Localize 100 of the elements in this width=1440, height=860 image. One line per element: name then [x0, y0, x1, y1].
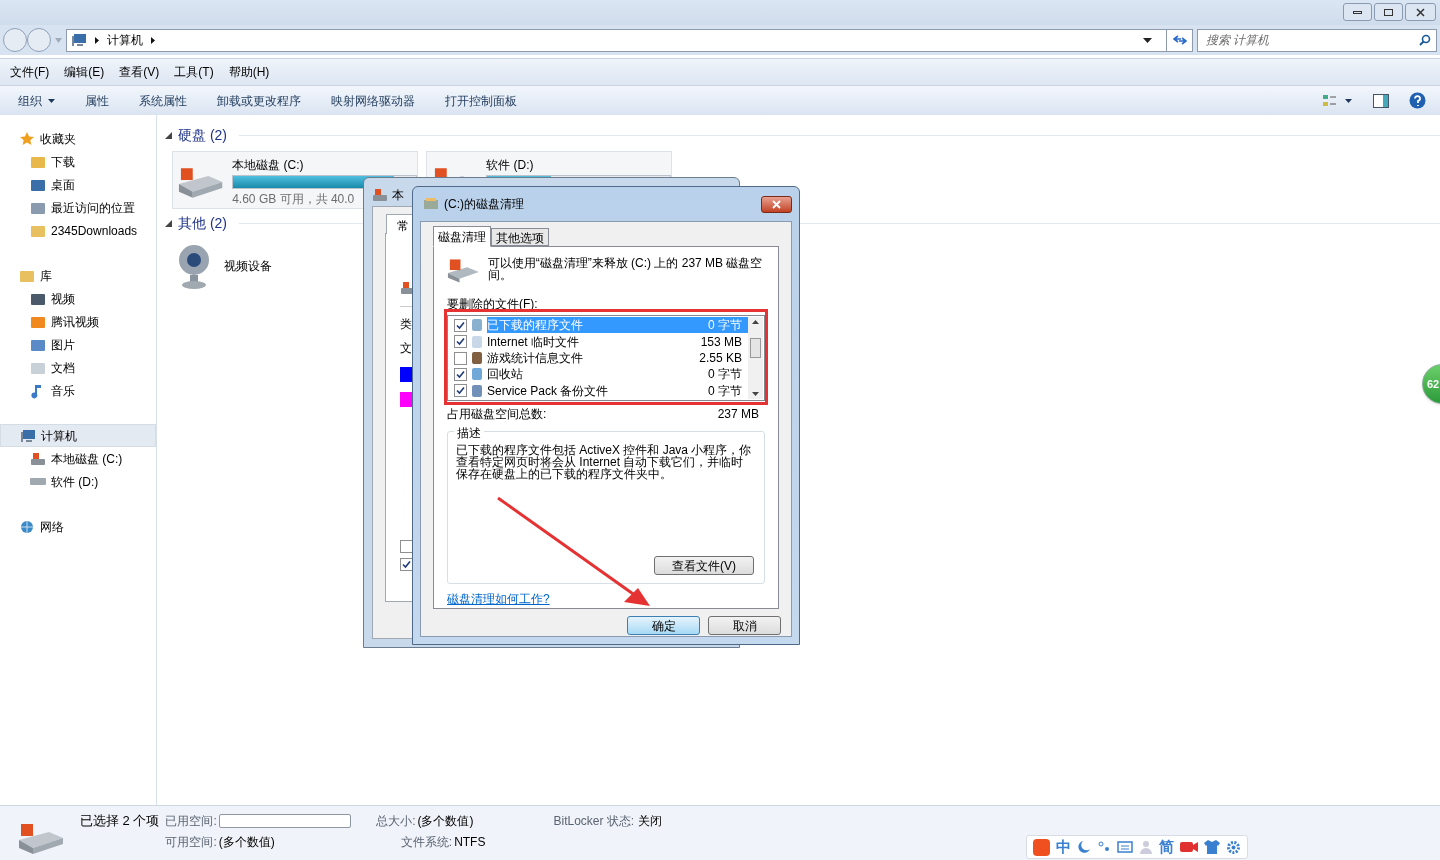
tab[interactable]: 磁盘清理	[433, 226, 491, 247]
dropdown-caret-icon[interactable]	[1143, 37, 1152, 43]
toolbar-button[interactable]: 卸载或更改程序	[217, 91, 301, 110]
globe-icon	[19, 518, 35, 535]
checkbox[interactable]	[454, 351, 467, 365]
file-type-icon	[470, 383, 484, 398]
field-label: 可用空间:	[165, 834, 217, 851]
total-label: 占用磁盘空间总数:	[447, 406, 547, 423]
nav-item[interactable]: 计算机	[0, 424, 156, 447]
nav-item[interactable]: 2345Downloads	[0, 219, 156, 242]
moon-icon[interactable]	[1077, 840, 1091, 854]
search-field[interactable]: 搜索 计算机	[1197, 28, 1437, 52]
menu-item[interactable]: 查看(V)	[119, 63, 160, 81]
file-list-item[interactable]: 回收站 0 字节	[487, 366, 748, 383]
settings-icon[interactable]	[1226, 839, 1241, 855]
view-files-button[interactable]: 查看文件(V)	[654, 556, 754, 575]
nav-item[interactable]: 收藏夹	[0, 127, 156, 150]
toolbar-button[interactable]: 属性	[85, 91, 109, 110]
toolbar-button[interactable]: 系统属性	[139, 91, 187, 110]
file-list-item[interactable]: 游戏统计信息文件 2.55 KB	[487, 350, 748, 366]
help-icon[interactable]	[1409, 92, 1426, 109]
breadcrumb-item[interactable]: 计算机	[107, 31, 143, 49]
toolbar-button[interactable]: 映射网络驱动器	[331, 91, 415, 110]
group-header[interactable]: 其他 (2)	[178, 212, 227, 234]
nav-item[interactable]: 库	[0, 264, 156, 287]
close-button[interactable]	[1405, 3, 1436, 21]
menu-item[interactable]: 帮助(H)	[228, 63, 270, 81]
device-name: 视频设备	[224, 258, 272, 275]
ime-mode-button[interactable]: 简	[1159, 835, 1174, 859]
collapse-arrow-icon[interactable]	[165, 219, 172, 227]
keyboard-icon[interactable]	[1117, 840, 1133, 854]
minimize-button[interactable]	[1343, 3, 1372, 21]
checkbox[interactable]	[454, 384, 467, 398]
dialog-button[interactable]: 取消	[708, 616, 781, 635]
field-label: 总大小:	[376, 813, 416, 830]
nav-item[interactable]: 图片	[0, 333, 156, 356]
toolbar-button[interactable]: 组织	[18, 91, 55, 110]
menu-item[interactable]: 工具(T)	[174, 63, 214, 81]
nav-item[interactable]: 软件 (D:)	[0, 470, 156, 493]
checkbox[interactable]	[454, 367, 467, 381]
chevron-icon[interactable]	[95, 36, 99, 44]
nav-item[interactable]: 网络	[0, 515, 156, 538]
nav-item[interactable]: 桌面	[0, 173, 156, 196]
ime-logo-icon[interactable]	[1033, 838, 1050, 856]
nav-item[interactable]: 本地磁盘 (C:)	[0, 447, 156, 470]
dialog-title: (C:)的磁盘清理	[444, 196, 524, 213]
nav-item[interactable]: 视频	[0, 287, 156, 310]
drive-icon	[30, 478, 46, 485]
selection-count: 已选择 2 个项	[80, 812, 160, 830]
preview-pane-icon[interactable]	[1373, 93, 1389, 108]
field-value: NTFS	[454, 834, 486, 851]
device-tile[interactable]: 视频设备	[172, 239, 272, 293]
ime-mode-button[interactable]: 中	[1056, 835, 1071, 859]
video-camera-icon[interactable]	[1180, 841, 1198, 853]
checkbox[interactable]	[454, 318, 467, 332]
field-value: (多个数值)	[218, 834, 275, 851]
scroll-thumb[interactable]	[750, 338, 761, 358]
refresh-icon	[1172, 34, 1187, 46]
scroll-down-icon[interactable]	[752, 392, 759, 396]
total-value: 237 MB	[717, 406, 760, 423]
address-bar[interactable]: 计算机	[66, 28, 1193, 52]
toolbar-button[interactable]: 打开控制面板	[445, 91, 517, 110]
hard-drive-icon	[17, 822, 65, 856]
file-type-icon	[470, 367, 484, 382]
file-list-item[interactable]: Service Pack 备份文件 0 字节	[487, 382, 748, 399]
collapse-arrow-icon[interactable]	[165, 131, 172, 139]
dialog-button[interactable]: 确定	[627, 616, 700, 635]
close-button[interactable]	[761, 195, 792, 213]
search-icon[interactable]	[1419, 33, 1431, 46]
file-type-icon	[470, 318, 484, 333]
shirt-icon[interactable]	[1204, 840, 1220, 854]
group-header[interactable]: 硬盘 (2)	[178, 124, 227, 146]
nav-item[interactable]: 最近访问的位置	[0, 196, 156, 219]
field-label: 已用空间:	[165, 813, 217, 830]
nav-item[interactable]: 音乐	[0, 379, 156, 402]
menu-item[interactable]: 文件(F)	[10, 63, 50, 81]
file-type-icon	[470, 334, 484, 349]
close-icon	[1416, 7, 1425, 17]
nav-item[interactable]: 腾讯视频	[0, 310, 156, 333]
punctuation-icon[interactable]	[1097, 840, 1111, 854]
tab[interactable]: 其他选项	[491, 228, 549, 246]
close-icon	[772, 199, 781, 209]
computer-icon	[20, 427, 36, 444]
nav-item[interactable]: 下载	[0, 150, 156, 173]
drive-free-space: 4.60 GB 可用，共 40.0	[232, 191, 355, 208]
menu-item[interactable]: 编辑(E)	[64, 63, 105, 81]
checkbox[interactable]	[454, 335, 467, 349]
file-type-icon	[470, 351, 484, 365]
restore-button[interactable]	[1374, 3, 1403, 21]
help-link[interactable]: 磁盘清理如何工作?	[447, 590, 550, 608]
drive-icon	[372, 187, 388, 203]
scroll-up-icon[interactable]	[752, 320, 759, 324]
description-text: 已下载的程序文件包括 ActiveX 控件和 Java 小程序，你查看特定网页时将会从 Internet 自动下载它们，并临时保存在硬盘上的已下载的程序文件夹中。	[456, 444, 753, 480]
field-value: 关闭	[638, 813, 663, 830]
scrollbar[interactable]	[748, 317, 763, 399]
chevron-icon[interactable]	[151, 36, 155, 44]
file-list-item[interactable]: Internet 临时文件 153 MB	[487, 333, 748, 350]
nav-item[interactable]: 文档	[0, 356, 156, 379]
view-options-icon[interactable]	[1323, 93, 1353, 108]
field-label: 文件系统:	[400, 834, 453, 851]
